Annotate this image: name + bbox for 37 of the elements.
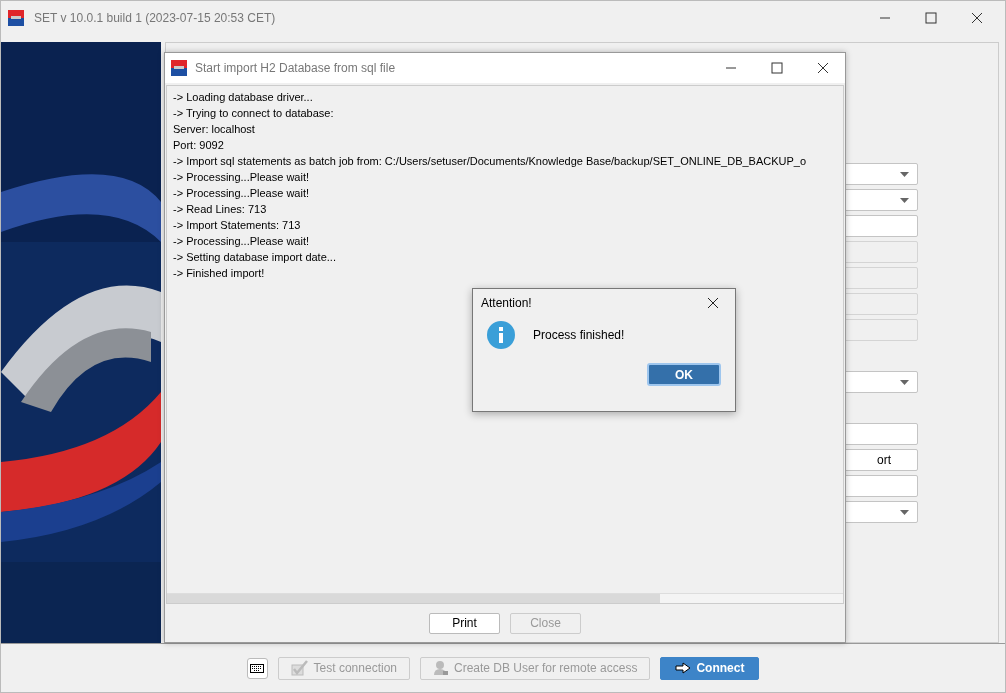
log-line: -> Processing...Please wait! <box>173 170 310 185</box>
keyboard-icon <box>250 663 265 673</box>
log-line: -> Processing...Please wait! <box>173 186 310 201</box>
alert-message: Process finished! <box>533 328 625 342</box>
toolbar-button[interactable]: Connect <box>660 656 760 680</box>
app-logo-icon <box>171 60 187 76</box>
dialog-title: Start import H2 Database from sql file <box>195 61 396 75</box>
checkmark-icon <box>290 660 309 676</box>
dropdown-arrow-icon <box>900 197 909 203</box>
log-line: -> Loading database driver... <box>173 90 313 105</box>
log-line: -> Import Statements: 713 <box>173 218 301 233</box>
window-title: SET v 10.0.1 build 1 (2023-07-15 20:53 CET) <box>34 11 276 25</box>
log-line: -> Import sql statements as batch job from: C:/Users/setuser/Documents/Knowledge Base/backup/SET_ONLINE_DB_BACKUP_o <box>173 154 807 169</box>
dropdown-arrow-icon <box>900 509 909 515</box>
log-line: -> Read Lines: 713 <box>173 202 267 217</box>
log-line: -> Finished import! <box>173 266 265 281</box>
keyboard-button[interactable] <box>246 657 268 679</box>
log-line: Port: 9092 <box>173 138 224 153</box>
close-icon[interactable] <box>707 297 719 309</box>
arrow-icon <box>675 662 692 674</box>
dropdown-arrow-icon <box>900 171 909 177</box>
app-logo-icon <box>8 10 24 26</box>
dropdown-arrow-icon <box>900 379 909 385</box>
log-line: -> Setting database import date... <box>173 250 336 265</box>
maximize-icon[interactable] <box>771 62 783 74</box>
maximize-icon[interactable] <box>925 12 937 24</box>
info-icon <box>487 321 515 349</box>
dialog-button[interactable]: Print <box>429 612 500 634</box>
log-line: -> Processing...Please wait! <box>173 234 310 249</box>
ok-button[interactable]: OK <box>647 363 721 386</box>
close-icon[interactable] <box>971 12 983 24</box>
log-line: Server: localhost <box>173 122 255 137</box>
user-icon <box>433 660 449 676</box>
scrollbar[interactable] <box>167 593 843 603</box>
log-line: -> Trying to connect to database: <box>173 106 334 121</box>
alert-title: Attention! <box>481 296 532 310</box>
close-icon[interactable] <box>817 62 829 74</box>
